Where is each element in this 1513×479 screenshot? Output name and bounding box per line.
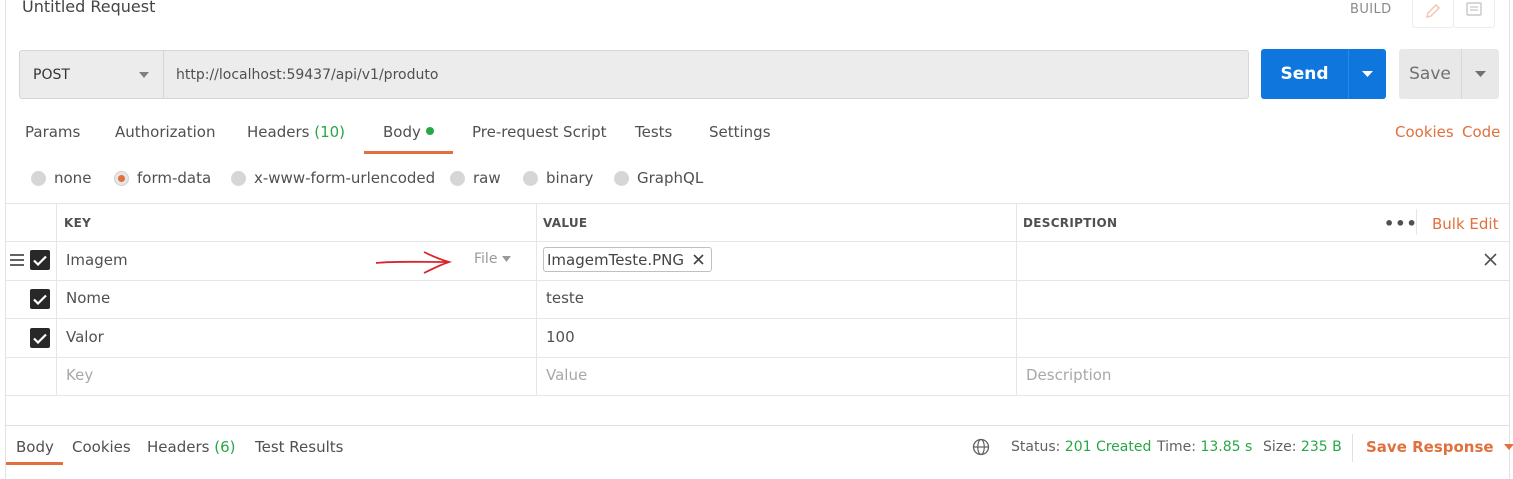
red-arrow-annotation — [375, 251, 453, 274]
save-options-button[interactable] — [1461, 49, 1499, 99]
url-bar: POST — [19, 50, 1249, 99]
divider — [6, 241, 1510, 242]
size-value: 235 B — [1300, 439, 1342, 455]
more-options-icon[interactable]: ••• — [1384, 214, 1418, 233]
tab-headers[interactable]: Headers (10) — [247, 123, 345, 141]
new-key-input[interactable]: Key — [66, 366, 93, 384]
divider — [6, 395, 1510, 396]
active-response-tab-indicator — [6, 462, 63, 465]
divider — [6, 203, 1510, 204]
tab-tests[interactable]: Tests — [635, 123, 672, 141]
divider — [536, 203, 537, 395]
new-description-input[interactable]: Description — [1026, 366, 1111, 384]
row-value[interactable]: 100 — [546, 328, 575, 346]
radio-circle — [31, 170, 46, 186]
active-tab-indicator — [364, 151, 453, 154]
tab-params[interactable]: Params — [25, 123, 80, 141]
radio-circle — [231, 170, 246, 186]
checkmark-icon — [33, 255, 47, 266]
response-size: Size: 235 B — [1263, 439, 1342, 455]
radio-circle — [614, 170, 629, 186]
delete-row-icon[interactable] — [1484, 253, 1497, 266]
response-tab-cookies[interactable]: Cookies — [72, 438, 131, 456]
radio-circle — [450, 170, 465, 186]
send-options-button[interactable] — [1348, 49, 1386, 99]
save-response-button[interactable]: Save Response — [1366, 438, 1513, 456]
response-tab-headers[interactable]: Headers (6) — [147, 438, 235, 456]
row-checkbox[interactable] — [30, 250, 50, 270]
edit-icon[interactable] — [1412, 0, 1454, 28]
key-type-select[interactable]: File — [474, 251, 512, 267]
column-header-key: KEY — [64, 216, 92, 230]
radio-graphql[interactable]: GraphQL — [614, 169, 703, 187]
tab-pre-request-script[interactable]: Pre-request Script — [472, 123, 607, 141]
response-status: Status: 201 Created — [1011, 439, 1152, 455]
request-title[interactable]: Untitled Request — [22, 0, 155, 16]
radio-circle — [523, 170, 538, 186]
divider — [1016, 203, 1017, 395]
tab-body[interactable]: Body — [383, 123, 434, 141]
response-tab-body[interactable]: Body — [16, 438, 54, 456]
send-button[interactable]: Send — [1261, 49, 1386, 99]
row-key[interactable]: Valor — [66, 328, 104, 346]
bulk-edit-link[interactable]: Bulk Edit — [1432, 215, 1498, 233]
radio-none[interactable]: none — [31, 169, 91, 187]
row-value[interactable]: teste — [546, 289, 584, 307]
row-key[interactable]: Nome — [66, 289, 110, 307]
chevron-down-icon — [139, 71, 149, 78]
method-select[interactable]: POST — [20, 51, 164, 98]
response-tab-test-results[interactable]: Test Results — [255, 438, 343, 456]
divider — [6, 280, 1510, 281]
row-checkbox[interactable] — [30, 289, 50, 309]
chevron-down-icon — [502, 256, 512, 262]
row-checkbox[interactable] — [30, 328, 50, 348]
remove-file-icon[interactable] — [693, 254, 704, 265]
time-value: 13.85 s — [1200, 439, 1253, 455]
documentation-icon[interactable] — [1453, 0, 1495, 28]
divider — [1352, 434, 1353, 462]
radio-form-data[interactable]: form-data — [114, 169, 211, 187]
left-panel-border — [5, 0, 6, 479]
status-value: 201 Created — [1064, 439, 1152, 455]
chevron-down-icon — [1475, 71, 1486, 77]
checkmark-icon — [33, 333, 47, 344]
divider — [56, 203, 57, 395]
column-header-value: VALUE — [543, 216, 588, 230]
send-label: Send — [1280, 64, 1329, 84]
radio-x-www-form-urlencoded[interactable]: x-www-form-urlencoded — [231, 169, 435, 187]
code-link[interactable]: Code — [1462, 123, 1500, 141]
response-headers-count: (6) — [214, 438, 236, 456]
radio-raw[interactable]: raw — [450, 169, 501, 187]
column-header-description: DESCRIPTION — [1023, 216, 1118, 230]
tab-settings[interactable]: Settings — [709, 123, 771, 141]
new-value-input[interactable]: Value — [546, 366, 587, 384]
radio-binary[interactable]: binary — [523, 169, 593, 187]
chevron-down-icon — [1362, 71, 1373, 77]
selected-file-chip: ImagemTeste.PNG — [543, 247, 713, 272]
row-key[interactable]: Imagem — [66, 251, 128, 269]
build-mode-label[interactable]: BUILD — [1350, 2, 1392, 17]
tab-authorization[interactable]: Authorization — [115, 123, 215, 141]
url-input[interactable] — [164, 51, 1248, 98]
file-name: ImagemTeste.PNG — [547, 250, 685, 269]
body-indicator-dot — [425, 127, 434, 135]
response-time: Time: 13.85 s — [1157, 439, 1253, 455]
divider — [6, 357, 1510, 358]
drag-handle-icon[interactable] — [9, 253, 25, 271]
checkmark-icon — [33, 294, 47, 305]
cookies-link[interactable]: Cookies — [1395, 123, 1454, 141]
method-label: POST — [33, 66, 70, 83]
globe-icon[interactable] — [972, 438, 990, 456]
save-response-label: Save Response — [1366, 438, 1494, 456]
response-bar: Body Cookies Headers (6) Test Results St… — [6, 425, 1513, 479]
right-panel-border — [1509, 0, 1510, 479]
chevron-down-icon — [1503, 444, 1513, 450]
radio-circle-selected — [114, 170, 129, 186]
divider — [6, 318, 1510, 319]
save-label: Save — [1409, 64, 1451, 84]
headers-count: (10) — [314, 123, 346, 141]
save-button[interactable]: Save — [1399, 49, 1499, 99]
key-type-label: File — [474, 251, 498, 267]
